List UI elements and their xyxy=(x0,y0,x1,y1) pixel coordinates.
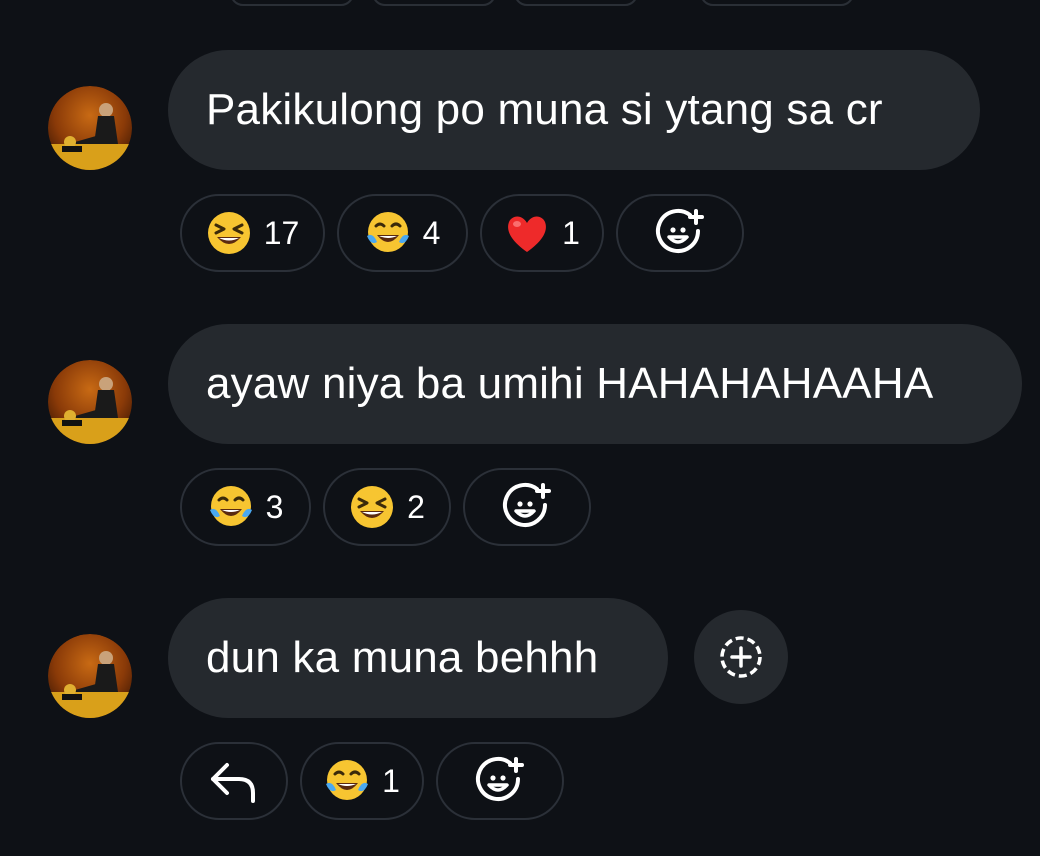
add-reaction-icon xyxy=(503,483,551,527)
grinning-squinting-face-icon xyxy=(207,212,250,254)
comment-bubble[interactable]: dun ka muna behhh xyxy=(168,598,668,718)
reaction-pill[interactable]: 2 xyxy=(323,468,451,546)
reaction-count: 2 xyxy=(407,488,425,525)
previous-pill xyxy=(372,0,496,6)
add-reaction-button[interactable] xyxy=(616,194,744,272)
previous-pill xyxy=(514,0,638,6)
grinning-squinting-face-icon xyxy=(351,486,394,528)
comment-text: Pakikulong po muna si ytang sa cr xyxy=(206,85,883,134)
reaction-count: 3 xyxy=(265,488,284,525)
red-heart-icon xyxy=(508,216,547,252)
add-reaction-button[interactable] xyxy=(463,468,591,546)
avatar[interactable] xyxy=(48,86,132,170)
comment-thread: Pakikulong po muna si ytang sa cr 17 4 1… xyxy=(0,0,1040,856)
add-reaction-icon xyxy=(476,757,524,801)
comment-text: dun ka muna behhh xyxy=(206,633,599,682)
add-reaction-icon xyxy=(656,209,704,253)
reaction-pill[interactable]: 1 xyxy=(480,194,604,272)
face-with-tears-of-joy-icon xyxy=(209,486,252,526)
avatar[interactable] xyxy=(48,634,132,718)
comment-text: ayaw niya ba umihi HAHAHAHAAHA xyxy=(206,359,934,408)
avatar[interactable] xyxy=(48,360,132,444)
previous-pill xyxy=(230,0,354,6)
add-reaction-button[interactable] xyxy=(436,742,564,820)
add-reaction-circle-button[interactable] xyxy=(694,610,788,704)
reaction-count: 1 xyxy=(382,762,400,799)
reaction-count: 17 xyxy=(263,214,300,251)
reaction-count: 1 xyxy=(562,214,580,251)
reaction-row: 1 xyxy=(180,742,564,824)
previous-pill xyxy=(700,0,854,6)
reaction-pill[interactable]: 4 xyxy=(337,194,468,272)
dashed-plus-circle-icon xyxy=(720,636,762,678)
reaction-pill[interactable]: 1 xyxy=(300,742,424,820)
previous-row-edge xyxy=(0,0,1040,6)
face-with-tears-of-joy-icon xyxy=(366,212,409,252)
comment-bubble[interactable]: Pakikulong po muna si ytang sa cr xyxy=(168,50,980,170)
reaction-count: 4 xyxy=(422,214,441,251)
reply-arrow-icon xyxy=(211,763,255,803)
face-with-tears-of-joy-icon xyxy=(326,760,369,800)
reaction-row: 17 4 1 xyxy=(180,194,744,276)
reaction-pill[interactable]: 17 xyxy=(180,194,325,272)
comment-bubble[interactable]: ayaw niya ba umihi HAHAHAHAAHA xyxy=(168,324,1022,444)
reply-button[interactable] xyxy=(180,742,288,820)
reaction-pill[interactable]: 3 xyxy=(180,468,311,546)
reaction-row: 3 2 xyxy=(180,468,591,550)
